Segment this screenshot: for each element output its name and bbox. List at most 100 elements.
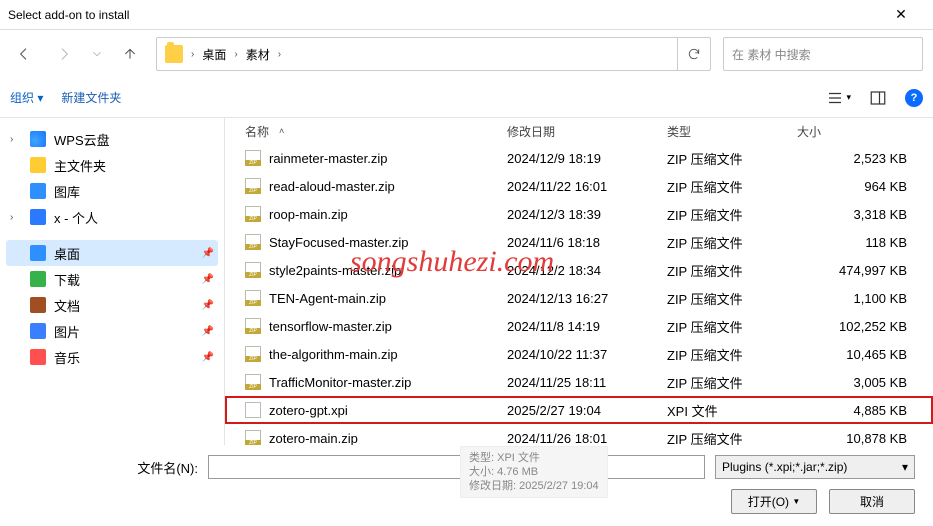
sidebar-item[interactable]: 下载 📌 — [6, 266, 218, 292]
sidebar-item-label: 桌面 — [54, 244, 80, 263]
up-button[interactable] — [116, 40, 144, 68]
pin-icon: 📌 — [202, 352, 214, 363]
sidebar-item[interactable]: 文档📌 — [6, 292, 218, 318]
pin-icon: 📌 — [202, 300, 214, 311]
cloud-b-icon — [30, 131, 46, 147]
file-row[interactable]: style2paints-master.zip2024/12/2 18:34ZI… — [225, 256, 933, 284]
refresh-button[interactable] — [677, 37, 711, 71]
back-button[interactable] — [10, 40, 38, 68]
zip-icon — [245, 290, 261, 306]
file-date: 2024/11/6 18:18 — [507, 235, 667, 250]
file-name: read-aloud-master.zip — [269, 179, 395, 194]
doc-icon — [30, 297, 46, 313]
nav-row: › 桌面 › 素材 › 在 素材 中搜索 — [0, 30, 933, 78]
new-folder-button[interactable]: 新建文件夹 — [61, 89, 121, 106]
file-size: 4,885 KB — [797, 403, 917, 418]
breadcrumb-part[interactable]: 素材 — [246, 46, 270, 63]
file-tooltip: 类型: XPI 文件 大小: 4.76 MB 修改日期: 2025/2/27 1… — [460, 446, 608, 498]
pic-icon — [30, 323, 46, 339]
file-pane: 名称˄ 修改日期 类型 大小 rainmeter-master.zip2024/… — [225, 118, 933, 445]
file-size: 1,100 KB — [797, 291, 917, 306]
file-type: ZIP 压缩文件 — [667, 317, 797, 336]
file-row[interactable]: tensorflow-master.zip2024/11/8 14:19ZIP … — [225, 312, 933, 340]
file-row[interactable]: zotero-main.zip2024/11/26 18:01ZIP 压缩文件1… — [225, 424, 933, 445]
sidebar-item[interactable]: 图片 📌 — [6, 318, 218, 344]
mus-icon — [30, 349, 46, 365]
file-name: roop-main.zip — [269, 207, 348, 222]
file-name: style2paints-master.zip — [269, 263, 401, 278]
file-name: zotero-main.zip — [269, 431, 358, 446]
file-size: 3,318 KB — [797, 207, 917, 222]
dl-icon — [30, 271, 46, 287]
sidebar: ›WPS云盘主文件夹图库›x - 个人 桌面📌下载📌文档📌图片📌音乐📌 — [0, 118, 225, 445]
view-menu-button[interactable]: ▾ — [826, 89, 851, 107]
toolbar: 组织 ▾ 新建文件夹 ▾ ? — [0, 78, 933, 118]
desk-icon — [30, 245, 46, 261]
file-size: 118 KB — [797, 235, 917, 250]
help-button[interactable]: ? — [905, 89, 923, 107]
sidebar-item-label: 图库 — [54, 182, 80, 201]
chevron-right-icon: › — [278, 49, 281, 60]
forward-button[interactable] — [50, 40, 78, 68]
pin-icon: 📌 — [202, 274, 214, 285]
search-input[interactable]: 在 素材 中搜索 — [723, 37, 923, 71]
file-row[interactable]: read-aloud-master.zip2024/11/22 16:01ZIP… — [225, 172, 933, 200]
file-row[interactable]: roop-main.zip2024/12/3 18:39ZIP 压缩文件3,31… — [225, 200, 933, 228]
zip-icon — [245, 430, 261, 445]
zip-icon — [245, 262, 261, 278]
sidebar-item[interactable]: 主文件夹 — [6, 152, 218, 178]
column-headers: 名称˄ 修改日期 类型 大小 — [225, 118, 933, 144]
column-type[interactable]: 类型 — [667, 123, 797, 140]
file-size: 964 KB — [797, 179, 917, 194]
file-type: ZIP 压缩文件 — [667, 373, 797, 392]
pin-icon: 📌 — [202, 326, 214, 337]
sidebar-item[interactable]: 图库 — [6, 178, 218, 204]
cancel-button[interactable]: 取消 — [829, 489, 915, 514]
column-name[interactable]: 名称˄ — [245, 123, 507, 140]
filetype-filter[interactable]: Plugins (*.xpi;*.jar;*.zip)▾ — [715, 455, 915, 479]
column-date[interactable]: 修改日期 — [507, 123, 667, 140]
home-icon — [30, 157, 46, 173]
zip-icon — [245, 346, 261, 362]
organize-button[interactable]: 组织 ▾ — [10, 89, 43, 106]
close-button[interactable]: ✕ — [879, 1, 923, 29]
file-name: TrafficMonitor-master.zip — [269, 375, 411, 390]
expand-icon: › — [10, 134, 22, 145]
sidebar-item-label: x - 个人 — [54, 208, 98, 227]
folder-icon — [165, 45, 183, 63]
sidebar-item-label: 下载 — [54, 270, 80, 289]
file-name: zotero-gpt.xpi — [269, 403, 348, 418]
recent-dropdown[interactable] — [90, 40, 104, 68]
filename-input[interactable] — [208, 455, 705, 479]
zip-icon — [245, 206, 261, 222]
pin-icon: 📌 — [202, 248, 214, 259]
file-row[interactable]: zotero-gpt.xpi2025/2/27 19:04XPI 文件4,885… — [225, 396, 933, 424]
open-button[interactable]: 打开(O) ▼ — [731, 489, 817, 514]
sidebar-item[interactable]: ›x - 个人 — [6, 204, 218, 230]
file-icon — [245, 402, 261, 418]
file-row[interactable]: StayFocused-master.zip2024/11/6 18:18ZIP… — [225, 228, 933, 256]
sidebar-item-label: 图片 — [54, 322, 80, 341]
file-type: ZIP 压缩文件 — [667, 149, 797, 168]
sidebar-item[interactable]: 桌面 📌 — [6, 240, 218, 266]
file-date: 2025/2/27 19:04 — [507, 403, 667, 418]
file-name: tensorflow-master.zip — [269, 319, 392, 334]
chevron-right-icon: › — [191, 49, 194, 60]
titlebar: Select add-on to install ✕ — [0, 0, 933, 30]
file-row[interactable]: the-algorithm-main.zip2024/10/22 11:37ZI… — [225, 340, 933, 368]
file-row[interactable]: TEN-Agent-main.zip2024/12/13 16:27ZIP 压缩… — [225, 284, 933, 312]
file-row[interactable]: TrafficMonitor-master.zip2024/11/25 18:1… — [225, 368, 933, 396]
sidebar-item[interactable]: 音乐📌 — [6, 344, 218, 370]
zip-icon — [245, 318, 261, 334]
sidebar-item[interactable]: ›WPS云盘 — [6, 126, 218, 152]
file-row[interactable]: rainmeter-master.zip2024/12/9 18:19ZIP 压… — [225, 144, 933, 172]
file-size: 3,005 KB — [797, 375, 917, 390]
preview-pane-button[interactable] — [869, 89, 887, 107]
address-bar[interactable]: › 桌面 › 素材 › — [156, 37, 678, 71]
breadcrumb-part[interactable]: 桌面 — [202, 46, 226, 63]
file-size: 10,878 KB — [797, 431, 917, 446]
file-name: rainmeter-master.zip — [269, 151, 387, 166]
column-size[interactable]: 大小 — [797, 123, 917, 140]
window-title: Select add-on to install — [8, 8, 129, 22]
zip-icon — [245, 150, 261, 166]
